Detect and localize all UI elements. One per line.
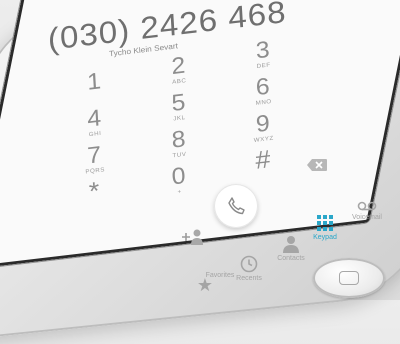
tab-label: Keypad [313,234,337,241]
key-3[interactable]: 3 DEF [239,37,286,72]
key-7[interactable]: 7 PQRS [71,142,118,177]
key-hash[interactable]: # [239,144,286,175]
phone-icon [228,197,245,215]
key-1[interactable]: 1 [71,68,118,97]
tab-label: Voicemail [352,214,382,221]
key-4[interactable]: 4 GHI [71,105,118,140]
add-person-icon [182,229,203,245]
add-contact-button[interactable] [180,228,206,251]
key-6[interactable]: 6 MNO [239,73,286,108]
key-0[interactable]: 0 + [155,163,202,198]
key-8[interactable]: 8 TUV [155,126,202,161]
backspace-icon[interactable] [306,158,328,177]
key-digit: 1 [86,68,102,96]
keypad-icon [317,215,333,231]
key-star[interactable]: * [71,175,118,206]
voicemail-icon [357,201,377,211]
home-button[interactable] [313,258,385,298]
call-button[interactable] [214,184,258,228]
key-digit: * [88,175,101,206]
key-digit: # [254,144,272,175]
clock-icon [240,255,258,273]
key-9[interactable]: 9 WXYZ [240,110,287,145]
key-5[interactable]: 5 JKL [155,89,202,124]
tab-label: Recents [236,275,262,282]
key-2[interactable]: 2 ABC [155,52,202,87]
tab-label: Contacts [277,255,305,262]
tab-voicemail[interactable]: Voicemail [340,200,394,221]
